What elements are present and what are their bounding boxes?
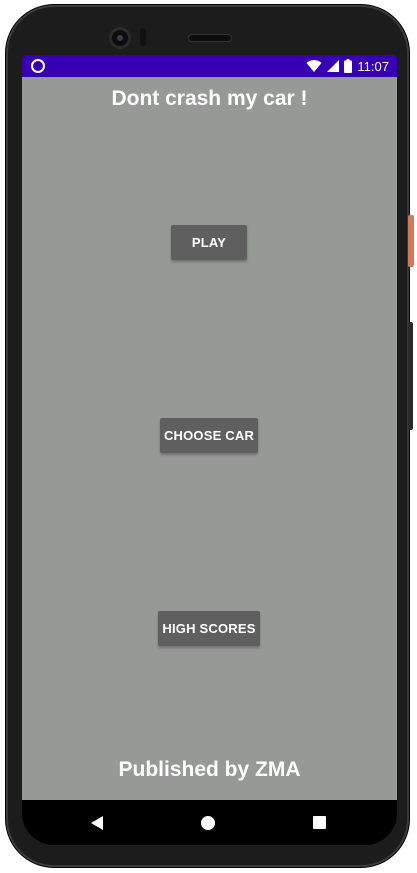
wifi-icon — [306, 60, 322, 72]
status-icons: 11:07 — [306, 58, 389, 74]
signal-icon — [327, 60, 340, 72]
earpiece-speaker — [189, 35, 231, 41]
status-time: 11:07 — [357, 58, 389, 74]
choose-car-button[interactable]: CHOOSE CAR — [160, 418, 258, 453]
publisher-credit: Published by ZMA — [118, 758, 301, 781]
recents-icon[interactable] — [313, 816, 326, 829]
navigation-bar — [22, 800, 397, 845]
back-icon[interactable] — [91, 816, 103, 830]
status-bar: 11:07 — [22, 55, 397, 77]
app-content: Dont crash my car ! PLAY CHOOSE CAR HIGH… — [22, 77, 397, 800]
play-button[interactable]: PLAY — [171, 225, 247, 260]
app-notification-icon — [33, 61, 43, 71]
power-button — [408, 215, 414, 267]
high-scores-button[interactable]: HIGH SCORES — [158, 611, 260, 646]
battery-icon — [344, 59, 353, 73]
volume-button — [408, 322, 413, 430]
home-icon[interactable] — [201, 816, 215, 830]
front-camera — [112, 30, 128, 46]
app-title: Dont crash my car ! — [111, 87, 308, 110]
screen: 11:07 Dont crash my car ! PLAY CHOOSE CA… — [22, 55, 397, 845]
proximity-sensor — [140, 28, 146, 46]
